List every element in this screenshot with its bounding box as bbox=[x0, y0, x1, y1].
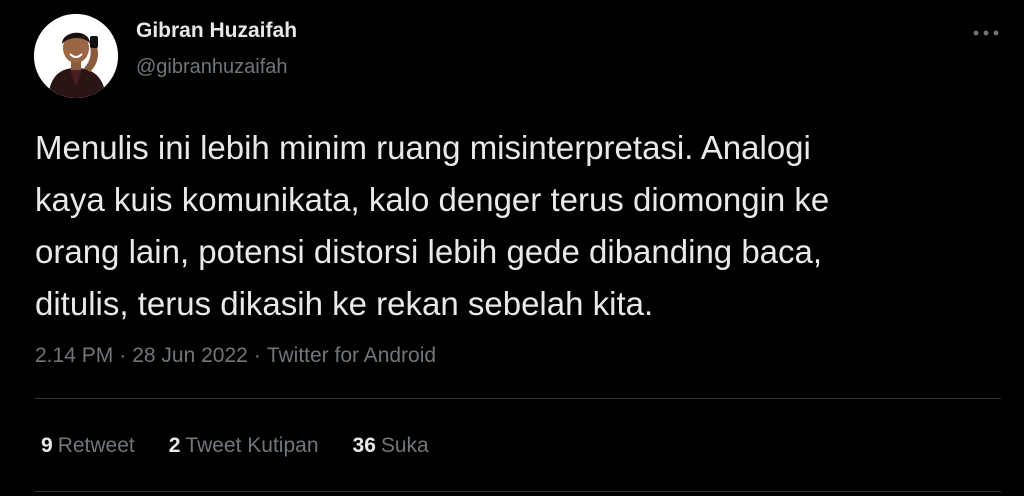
quote-tweets-label: Tweet Kutipan bbox=[185, 434, 319, 457]
tweet-stats: 9 Retweet 2 Tweet Kutipan 36 Suka bbox=[41, 431, 463, 461]
avatar-photo bbox=[34, 14, 118, 98]
more-options-button[interactable] bbox=[966, 20, 1006, 46]
tweet-metadata: 2.14 PM · 28 Jun 2022 · Twitter for Android bbox=[35, 341, 436, 371]
likes-label: Suka bbox=[380, 434, 429, 457]
divider bbox=[35, 398, 1001, 399]
tweet-time[interactable]: 2.14 PM bbox=[35, 344, 113, 367]
tweet-detail: Gibran Huzaifah @gibranhuzaifah Menulis … bbox=[0, 0, 1024, 496]
more-horizontal-icon bbox=[973, 30, 999, 36]
retweets-stat[interactable]: 9 Retweet bbox=[41, 431, 135, 461]
author-handle[interactable]: @gibranhuzaifah bbox=[136, 53, 297, 81]
author-info: Gibran Huzaifah @gibranhuzaifah bbox=[136, 17, 297, 81]
likes-stat[interactable]: 36 Suka bbox=[353, 431, 429, 461]
avatar[interactable] bbox=[34, 14, 118, 98]
tweet-date[interactable]: 28 Jun 2022 bbox=[132, 344, 248, 367]
author-display-name[interactable]: Gibran Huzaifah bbox=[136, 17, 297, 45]
divider bbox=[35, 491, 1001, 492]
retweets-count: 9 bbox=[41, 434, 53, 457]
tweet-text: Menulis ini lebih minim ruang misinterpr… bbox=[35, 129, 830, 322]
meta-separator: · bbox=[119, 344, 127, 367]
tweet-source[interactable]: Twitter for Android bbox=[267, 344, 436, 367]
retweets-label: Retweet bbox=[57, 434, 135, 457]
likes-count: 36 bbox=[352, 434, 376, 457]
quote-tweets-stat[interactable]: 2 Tweet Kutipan bbox=[169, 431, 319, 461]
meta-separator: · bbox=[253, 344, 261, 367]
quote-tweets-count: 2 bbox=[168, 434, 181, 457]
